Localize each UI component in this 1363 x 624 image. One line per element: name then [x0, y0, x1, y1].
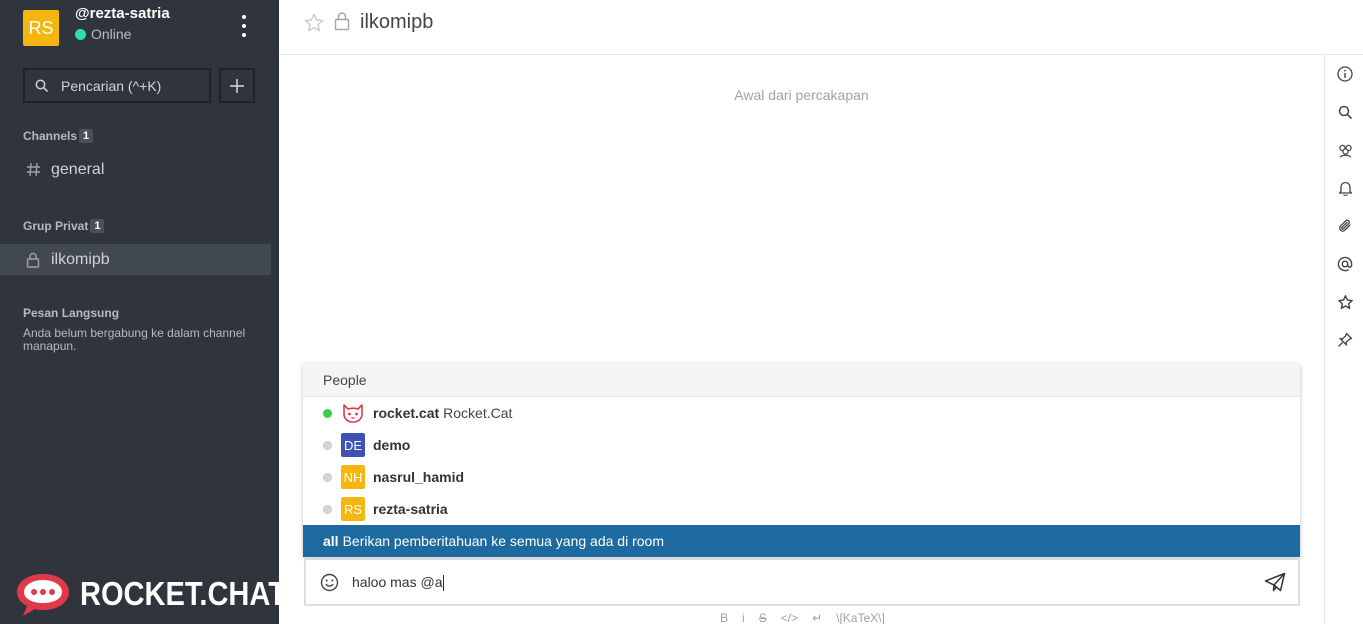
rocket-cat-avatar: [341, 401, 365, 425]
direct-messages-empty-note: Anda belum bergabung ke dalam channel ma…: [23, 326, 246, 353]
mention-option-all[interactable]: all Berikan pemberitahuan ke semua yang …: [303, 525, 1300, 557]
room-header: ilkomipb: [279, 0, 1363, 55]
rocketchat-logo: ROCKET.CHAT: [14, 570, 314, 618]
private-groups-count-badge: 1: [90, 219, 105, 233]
offline-status-icon: [323, 504, 332, 514]
lock-icon: [334, 11, 350, 36]
mention-all-description: Berikan pemberitahuan ke semua yang ada …: [342, 533, 664, 549]
hashtag-icon: [25, 162, 41, 177]
offline-status-icon: [323, 472, 332, 482]
plus-icon: [230, 78, 244, 93]
status-label: Online: [91, 26, 132, 42]
more-options-icon[interactable]: [237, 15, 251, 37]
username: @rezta-satria: [75, 5, 170, 22]
multiline-button[interactable]: ↵: [812, 611, 822, 624]
katex-button[interactable]: \[KaTeX\]: [836, 611, 885, 624]
mention-username: demo: [373, 437, 411, 453]
direct-messages-section-title: Pesan Langsung: [23, 306, 120, 320]
room-toolbar: [1324, 55, 1363, 624]
rocket-logo-icon: [17, 574, 69, 616]
channels-section-title: Channels 1: [23, 129, 94, 143]
create-new-button[interactable]: [219, 68, 255, 103]
favorite-star-icon[interactable]: [303, 12, 325, 39]
members-icon[interactable]: [1336, 141, 1354, 159]
sidebar-search[interactable]: Pencarian (^+K): [23, 68, 211, 103]
sidebar-item-general[interactable]: general: [0, 154, 271, 185]
search-placeholder: Pencarian (^+K): [61, 77, 162, 94]
avatar: RS: [341, 497, 365, 521]
italic-button[interactable]: i: [742, 611, 745, 624]
offline-status-icon: [323, 440, 332, 450]
mention-fullname: Rocket.Cat: [443, 405, 513, 421]
search-icon: [35, 79, 49, 92]
info-icon[interactable]: [1336, 65, 1354, 83]
mention-all-keyword: all: [323, 533, 339, 549]
send-icon[interactable]: [1264, 572, 1286, 597]
attachment-icon[interactable]: [1336, 217, 1354, 235]
user-status: Online: [75, 26, 131, 42]
message-composer[interactable]: haloo mas @a: [304, 558, 1300, 606]
room-title: ilkomipb: [360, 11, 434, 33]
strike-button[interactable]: S: [759, 611, 767, 624]
online-status-icon: [323, 408, 332, 418]
bell-icon[interactable]: [1336, 179, 1354, 197]
sidebar-item-label: general: [51, 160, 105, 178]
text-caret: [443, 575, 445, 592]
online-status-icon: [75, 28, 86, 40]
sidebar: RS @rezta-satria Online Pencarian (^+K) …: [0, 0, 286, 624]
conversation-start-message: Awal dari percakapan: [734, 87, 869, 103]
message-input[interactable]: haloo mas @a: [352, 574, 445, 592]
search-icon[interactable]: [1336, 103, 1354, 121]
mention-option-rezta-satria[interactable]: RS rezta-satria: [303, 493, 1300, 525]
user-header[interactable]: RS @rezta-satria Online: [23, 5, 263, 46]
star-icon[interactable]: [1336, 293, 1354, 311]
mention-option-rocket-cat[interactable]: rocket.cat Rocket.Cat: [303, 397, 1300, 429]
channels-count-badge: 1: [79, 129, 94, 143]
pin-icon[interactable]: [1336, 331, 1354, 349]
sidebar-item-ilkomipb[interactable]: ilkomipb: [0, 244, 271, 275]
avatar: NH: [341, 465, 365, 489]
mention-icon[interactable]: [1336, 255, 1354, 273]
mention-option-demo[interactable]: DE demo: [303, 429, 1300, 461]
mention-option-nasrul-hamid[interactable]: NH nasrul_hamid: [303, 461, 1300, 493]
mention-username: rezta-satria: [373, 501, 448, 517]
avatar[interactable]: RS: [23, 10, 59, 46]
code-button[interactable]: </>: [781, 611, 798, 624]
mention-username: nasrul_hamid: [373, 469, 465, 485]
avatar: DE: [341, 433, 365, 457]
lock-icon: [25, 252, 41, 268]
private-groups-section-title: Grup Privat 1: [23, 219, 105, 233]
popup-header: People: [303, 364, 1300, 397]
bold-button[interactable]: B: [720, 611, 728, 624]
mention-username: rocket.cat: [373, 405, 440, 421]
mention-autocomplete-popup: People rocket.cat Rocket.Cat DE demo NH …: [303, 364, 1300, 557]
formatting-toolbar: B i S </> ↵ \[KaTeX\]: [720, 611, 885, 624]
app: RS @rezta-satria Online Pencarian (^+K) …: [0, 0, 1363, 624]
brand-text: ROCKET.CHAT: [80, 575, 286, 612]
sidebar-item-label: ilkomipb: [51, 250, 110, 268]
emoji-icon[interactable]: [320, 573, 339, 597]
